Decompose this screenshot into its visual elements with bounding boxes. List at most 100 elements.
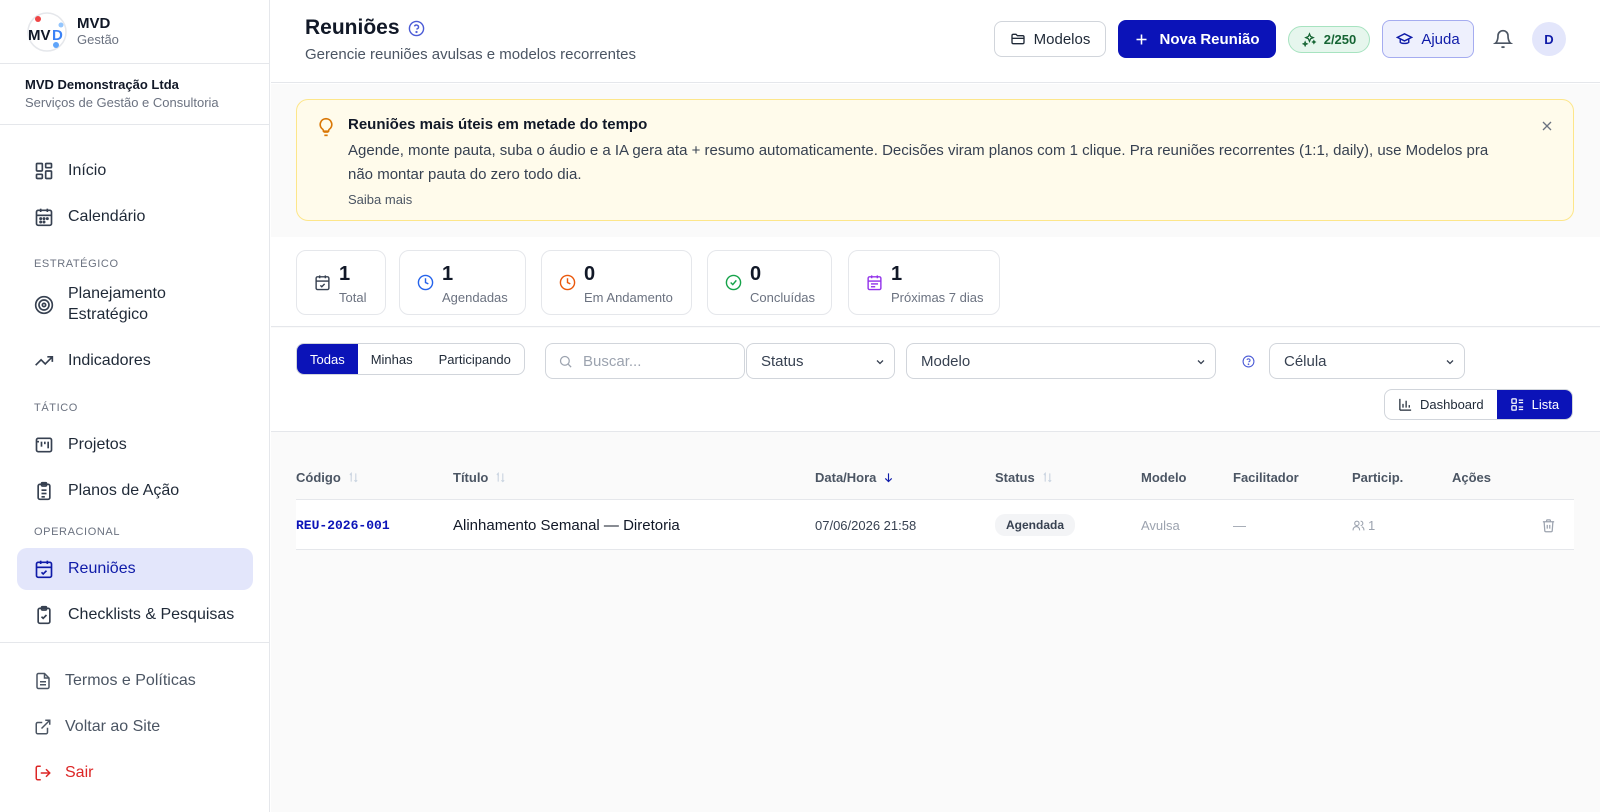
company-sub: Serviços de Gestão e Consultoria <box>25 95 219 110</box>
celula-select[interactable]: Célula <box>1269 343 1465 379</box>
bell-icon[interactable] <box>1493 29 1513 49</box>
sidebar-item-checklists[interactable]: Checklists & Pesquisas <box>17 594 253 636</box>
svg-text:D: D <box>52 27 63 44</box>
help-circle-icon[interactable] <box>1242 355 1255 368</box>
stat-value: 0 <box>584 263 596 285</box>
status-select-value: Status <box>761 352 804 370</box>
calendar-range-icon <box>866 274 883 291</box>
nova-reuniao-button[interactable]: Nova Reunião <box>1118 20 1276 58</box>
trending-up-icon <box>34 351 54 371</box>
banner-saiba-mais-link[interactable]: Saiba mais <box>348 192 412 207</box>
termos-label: Termos e Políticas <box>65 672 196 689</box>
stat-card-concluidas[interactable]: 0 Concluídas <box>707 250 832 315</box>
stat-card-total[interactable]: 1 Total <box>296 250 386 315</box>
search-input[interactable] <box>583 352 733 370</box>
stat-value: 0 <box>750 263 762 285</box>
tab-participando[interactable]: Participando <box>426 344 524 374</box>
sidebar-item-calendario[interactable]: Calendário <box>17 196 253 238</box>
chevron-down-icon <box>1444 356 1456 368</box>
sidebar-item-planos[interactable]: Planos de Ação <box>17 470 253 512</box>
tab-todas[interactable]: Todas <box>297 344 358 374</box>
page-title: Reuniões <box>305 16 425 40</box>
clipboard-check-icon <box>34 605 54 625</box>
section-label-estrategico: ESTRATÉGICO <box>34 258 119 270</box>
sidebar-item-indicadores[interactable]: Indicadores <box>17 340 253 382</box>
column-header-label: Título <box>453 470 489 485</box>
sidebar-item-planejamento[interactable]: Planejamento Estratégico <box>17 282 253 328</box>
sidebar-item-label: Checklists & Pesquisas <box>68 606 235 623</box>
stat-label: Agendadas <box>442 290 508 305</box>
view-lista-button[interactable]: Lista <box>1496 390 1573 419</box>
view-lista-label: Lista <box>1531 397 1560 412</box>
sort-icon <box>1042 472 1053 483</box>
sort-icon <box>348 472 359 483</box>
column-header-particip: Particip. <box>1352 470 1404 485</box>
participants-value: 1 <box>1368 517 1376 533</box>
status-select[interactable]: Status <box>746 343 895 379</box>
help-circle-icon[interactable] <box>408 20 425 37</box>
target-icon <box>34 295 54 315</box>
sidebar-sair-link[interactable]: Sair <box>34 764 93 782</box>
sidebar-item-label: Início <box>68 162 107 179</box>
meeting-title[interactable]: Alinhamento Semanal — Diretoria <box>453 517 680 534</box>
kanban-icon <box>34 435 54 455</box>
ai-credits-badge[interactable]: 2/250 <box>1288 26 1370 53</box>
table-header: Código Título Data/Hora Status Modelo Fa… <box>296 464 1574 500</box>
close-icon[interactable] <box>1539 118 1555 134</box>
ai-credits-value: 2/250 <box>1323 32 1357 47</box>
stat-label: Em Andamento <box>584 290 673 305</box>
clock-icon <box>417 274 434 291</box>
main-content: Reuniões mais úteis em metade do tempo A… <box>271 84 1600 812</box>
sidebar-item-label: Projetos <box>68 436 127 453</box>
sidebar-termos-link[interactable]: Termos e Políticas <box>34 672 196 690</box>
brand[interactable]: MV D MVD Gestão <box>0 0 269 64</box>
view-dashboard-label: Dashboard <box>1420 397 1484 412</box>
clock-icon <box>559 274 576 291</box>
sort-icon <box>495 472 506 483</box>
sidebar-voltar-link[interactable]: Voltar ao Site <box>34 718 160 736</box>
column-header-status[interactable]: Status <box>995 470 1053 485</box>
stat-value: 1 <box>339 263 351 285</box>
meetings-table: Código Título Data/Hora Status Modelo Fa… <box>296 464 1574 550</box>
arrow-down-icon <box>883 472 894 483</box>
modelos-button[interactable]: Modelos <box>994 21 1106 57</box>
scope-tabs: Todas Minhas Participando <box>296 343 525 375</box>
company-name: MVD Demonstração Ltda <box>25 77 179 92</box>
stat-value: 1 <box>891 263 903 285</box>
plus-icon <box>1134 32 1149 47</box>
column-header-label: Status <box>995 470 1035 485</box>
stats-area: 1 Total 1 Agendadas 0 Em Andamento 0 Con… <box>271 237 1600 327</box>
column-header-facilitador: Facilitador <box>1233 470 1299 485</box>
banner-title: Reuniões mais úteis em metade do tempo <box>348 116 648 133</box>
brand-sub: Gestão <box>77 31 119 47</box>
banner-text: Agende, monte pauta, suba o áudio e a IA… <box>348 142 1489 183</box>
stat-card-agendadas[interactable]: 1 Agendadas <box>399 250 526 315</box>
sidebar-item-reunioes[interactable]: Reuniões <box>17 548 253 590</box>
column-header-titulo[interactable]: Título <box>453 470 506 485</box>
avatar[interactable]: D <box>1532 22 1566 56</box>
sidebar-item-projetos[interactable]: Projetos <box>17 424 253 466</box>
modelo-select[interactable]: Modelo <box>906 343 1216 379</box>
participants-count: 1 <box>1352 500 1375 550</box>
view-dashboard-button[interactable]: Dashboard <box>1385 390 1497 419</box>
tab-minhas[interactable]: Minhas <box>358 344 426 374</box>
sidebar-item-inicio[interactable]: Início <box>17 150 253 192</box>
table-row[interactable]: REU-2026-001 Alinhamento Semanal — Diret… <box>296 500 1574 550</box>
column-header-data[interactable]: Data/Hora <box>815 470 894 485</box>
meeting-datetime: 07/06/2026 21:58 <box>815 517 917 533</box>
section-label-operacional: OPERACIONAL <box>34 526 121 538</box>
column-header-codigo[interactable]: Código <box>296 470 359 485</box>
stat-card-proximos-7-dias[interactable]: 1 Próximas 7 dias <box>848 250 1000 315</box>
check-circle-icon <box>725 274 742 291</box>
ajuda-button[interactable]: Ajuda <box>1382 20 1474 58</box>
sidebar-item-label: Planos de Ação <box>68 482 180 499</box>
stat-card-em-andamento[interactable]: 0 Em Andamento <box>541 250 692 315</box>
sidebar: MV D MVD Gestão MVD Demonstração Ltda Se… <box>0 0 270 812</box>
column-header-modelo: Modelo <box>1141 470 1187 485</box>
trash-icon[interactable] <box>1541 518 1556 533</box>
meeting-code-link[interactable]: REU-2026-001 <box>296 518 390 533</box>
stat-value: 1 <box>442 263 454 285</box>
sidebar-item-label: Reuniões <box>68 560 136 577</box>
section-label-tatico: TÁTICO <box>34 402 78 414</box>
brand-name: MVD <box>77 15 111 33</box>
